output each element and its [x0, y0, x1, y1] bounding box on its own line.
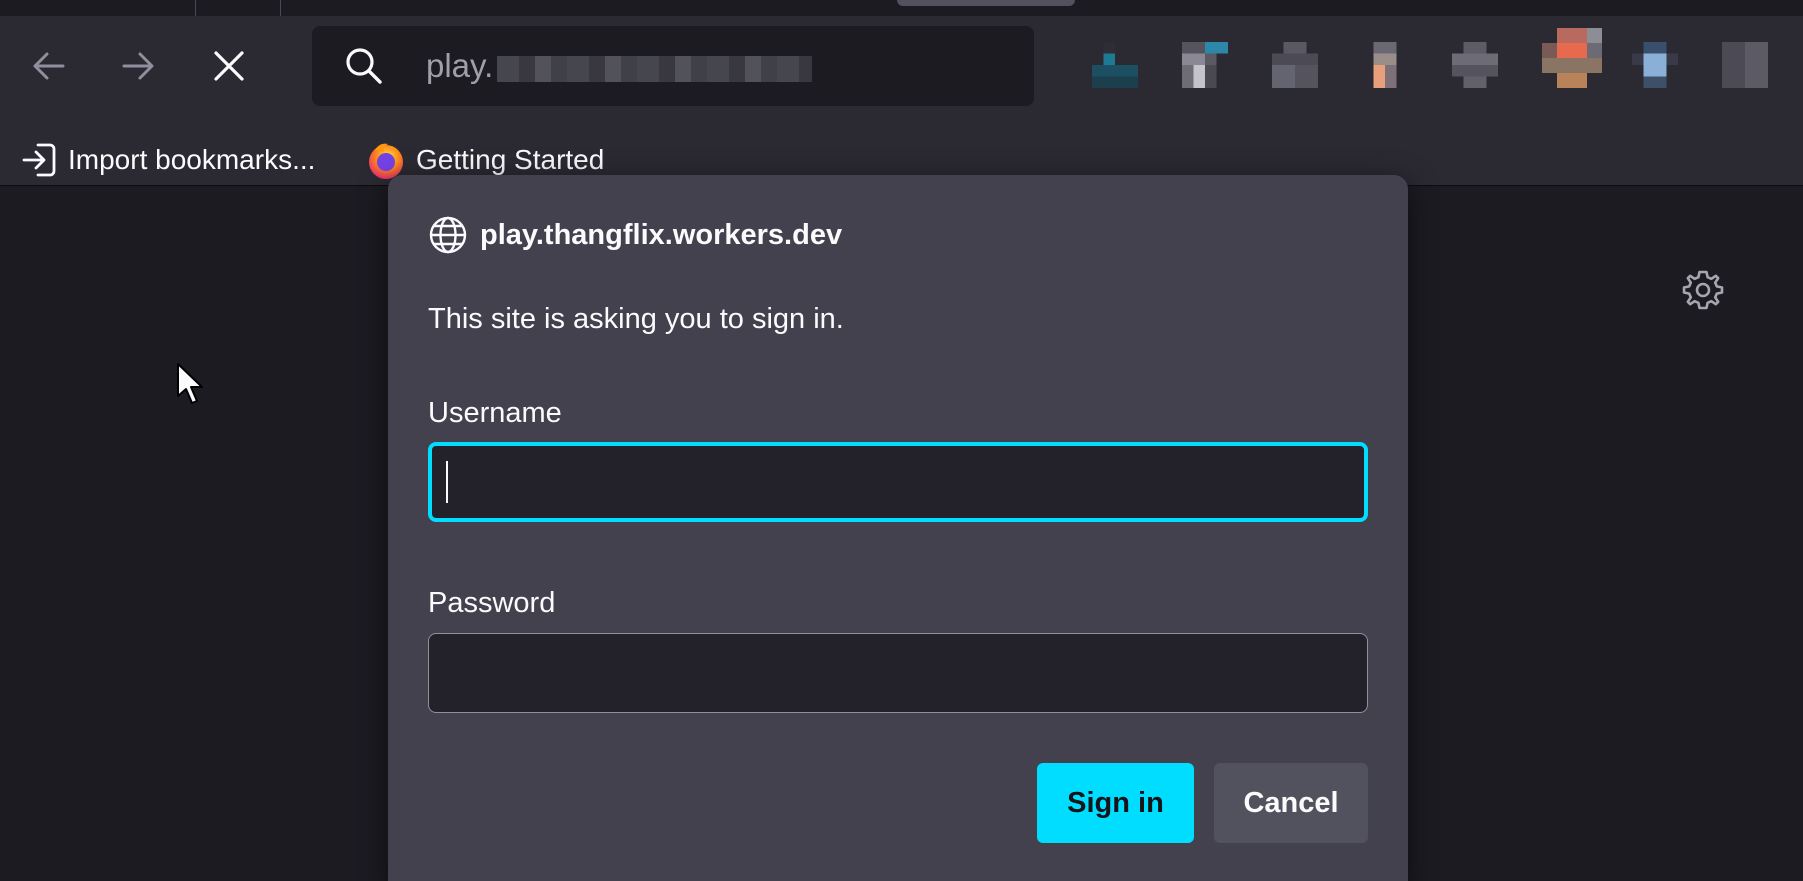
back-button[interactable]	[23, 40, 75, 92]
gear-icon	[1682, 270, 1724, 310]
search-icon	[342, 44, 386, 88]
import-icon	[22, 143, 56, 177]
bookmark-import[interactable]: Import bookmarks...	[20, 134, 315, 186]
sign-in-dialog: play.thangflix.workers.dev This site is …	[388, 175, 1408, 881]
dialog-prompt: This site is asking you to sign in.	[428, 303, 844, 335]
url-bar[interactable]: play.	[312, 26, 1034, 106]
navigation-toolbar: play.	[0, 16, 1803, 134]
arrow-left-icon	[33, 52, 65, 80]
extension-icon[interactable]	[1632, 42, 1678, 88]
url-redacted	[497, 56, 812, 82]
close-icon	[214, 51, 244, 81]
forward-button[interactable]	[112, 40, 164, 92]
tab-separator	[280, 0, 281, 16]
settings-button[interactable]	[1681, 268, 1725, 312]
tab-separator	[195, 0, 196, 16]
dialog-origin: play.thangflix.workers.dev	[428, 215, 842, 255]
tab-strip	[0, 0, 1803, 16]
stop-button[interactable]	[203, 40, 255, 92]
extension-icon[interactable]	[1092, 42, 1138, 88]
extension-icon[interactable]	[1542, 28, 1602, 88]
extension-icon[interactable]	[1182, 42, 1228, 88]
password-label: Password	[428, 587, 556, 619]
extension-icon[interactable]	[1362, 42, 1408, 88]
dialog-origin-text: play.thangflix.workers.dev	[480, 218, 843, 251]
password-input[interactable]	[428, 633, 1368, 713]
extension-icon[interactable]	[1272, 42, 1318, 88]
mouse-cursor	[176, 362, 206, 406]
bookmark-label: Import bookmarks...	[68, 144, 316, 175]
cancel-button[interactable]: Cancel	[1214, 763, 1368, 843]
url-text: play.	[426, 47, 494, 84]
bookmark-label: Getting Started	[416, 144, 605, 175]
username-label: Username	[428, 397, 562, 429]
username-input[interactable]	[428, 442, 1368, 522]
globe-icon	[429, 216, 467, 254]
sign-in-button[interactable]: Sign in	[1037, 763, 1194, 843]
arrow-right-icon	[122, 52, 154, 80]
browser-window: play. Import bookmarks... Getting Starte…	[0, 0, 1803, 881]
extension-icon[interactable]	[1452, 42, 1498, 88]
firefox-icon	[369, 143, 403, 179]
text-caret	[446, 461, 448, 503]
extension-icon[interactable]	[1722, 42, 1768, 88]
active-tab-edge[interactable]	[897, 0, 1075, 6]
